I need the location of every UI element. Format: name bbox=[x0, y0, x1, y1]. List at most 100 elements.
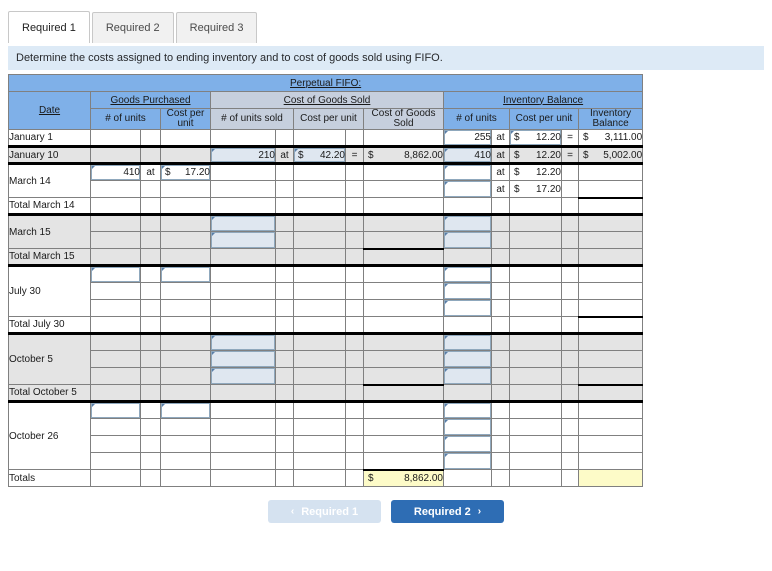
cell-cogs-units[interactable] bbox=[210, 162, 276, 181]
cell-ib-units[interactable] bbox=[443, 162, 492, 181]
cell-cogs-total[interactable] bbox=[363, 418, 444, 436]
cell-cogs-total[interactable] bbox=[363, 197, 444, 215]
cell-gp-units[interactable] bbox=[90, 231, 141, 249]
cell-cogs-total[interactable] bbox=[363, 452, 444, 470]
cell-ib-cost[interactable] bbox=[509, 231, 562, 249]
cell-cogs-total[interactable] bbox=[363, 162, 444, 181]
tab-required-1[interactable]: Required 1 bbox=[8, 11, 90, 43]
cell-ib-total[interactable] bbox=[577, 196, 644, 215]
cell-ib-cost[interactable] bbox=[509, 452, 562, 470]
cell-ib-cost[interactable] bbox=[509, 213, 562, 232]
cell-cogs-cost[interactable] bbox=[293, 332, 346, 351]
cell-cogs-total[interactable] bbox=[363, 400, 444, 419]
cell-gp-cost[interactable] bbox=[160, 452, 211, 470]
cell-gp-units[interactable] bbox=[90, 400, 141, 419]
cell-cogs-units[interactable] bbox=[210, 367, 276, 385]
cell-ib-total[interactable] bbox=[577, 299, 644, 317]
cell-cogs-cost[interactable] bbox=[293, 350, 346, 368]
cell-cogs-units[interactable]: 210 bbox=[210, 145, 276, 164]
cell-ib-cost[interactable] bbox=[509, 299, 562, 317]
cell-cogs-units[interactable] bbox=[210, 452, 276, 470]
cell-gp-cost[interactable] bbox=[160, 264, 211, 283]
cell-cogs-total[interactable] bbox=[363, 129, 444, 147]
cell-gp-units[interactable] bbox=[90, 180, 141, 198]
cell-ib-units[interactable] bbox=[443, 452, 492, 470]
cell-cogs-cost[interactable] bbox=[293, 162, 346, 181]
cell-gp-cost[interactable] bbox=[160, 418, 211, 436]
cell-cogs-total[interactable] bbox=[363, 247, 444, 266]
cell-ib-total[interactable] bbox=[577, 435, 644, 453]
cell-ib-total[interactable] bbox=[577, 350, 644, 368]
cell-ib-units[interactable] bbox=[443, 367, 492, 385]
cell-cogs-cost[interactable] bbox=[293, 213, 346, 232]
cell-cogs-cost[interactable] bbox=[293, 367, 346, 385]
cell-ib-cost[interactable] bbox=[509, 350, 562, 368]
cell-ib-units[interactable]: 410 bbox=[443, 145, 492, 164]
cell-ib-units[interactable] bbox=[443, 435, 492, 453]
cell-ib-total[interactable] bbox=[577, 383, 644, 402]
cell-gp-units[interactable] bbox=[90, 299, 141, 317]
cell-ib-units[interactable] bbox=[443, 213, 492, 232]
cell-cogs-total[interactable] bbox=[363, 282, 444, 300]
cell-cogs-cost[interactable] bbox=[293, 299, 346, 317]
cell-ib-units[interactable]: 255 bbox=[443, 129, 492, 147]
cell-ib-total[interactable] bbox=[577, 400, 644, 419]
cell-ib-cost[interactable]: $12.20 bbox=[509, 129, 562, 147]
cell-gp-units[interactable] bbox=[90, 452, 141, 470]
cell-cogs-units[interactable] bbox=[210, 400, 276, 419]
previous-required-button[interactable]: ‹ Required 1 bbox=[268, 500, 381, 523]
cell-ib-total[interactable] bbox=[577, 231, 644, 249]
cell-gp-units[interactable]: 410 bbox=[90, 162, 141, 181]
cell-ib-total[interactable] bbox=[577, 282, 644, 300]
cell-gp-units[interactable] bbox=[90, 418, 141, 436]
cell-ib-units[interactable] bbox=[443, 264, 492, 283]
cell-cogs-total[interactable] bbox=[363, 299, 444, 317]
cell-cogs-units[interactable] bbox=[210, 264, 276, 283]
cell-gp-units[interactable] bbox=[90, 145, 141, 164]
cell-gp-cost[interactable] bbox=[160, 435, 211, 453]
cell-total-inventory-balance[interactable] bbox=[577, 469, 644, 487]
cell-ib-total[interactable] bbox=[577, 315, 644, 334]
cell-gp-cost[interactable] bbox=[160, 231, 211, 249]
cell-gp-cost[interactable] bbox=[160, 332, 211, 351]
cell-ib-units[interactable] bbox=[443, 299, 492, 317]
cell-ib-cost[interactable] bbox=[509, 282, 562, 300]
cell-cogs-cost[interactable] bbox=[293, 400, 346, 419]
cell-cogs-total[interactable] bbox=[363, 383, 444, 402]
tab-required-2[interactable]: Required 2 bbox=[91, 12, 174, 43]
cell-gp-units[interactable] bbox=[90, 213, 141, 232]
cell-ib-total[interactable] bbox=[577, 248, 644, 266]
cell-cogs-cost[interactable]: $42.20 bbox=[293, 145, 346, 164]
cell-cogs-total[interactable] bbox=[363, 180, 444, 198]
cell-cogs-units[interactable] bbox=[210, 180, 276, 198]
cell-cogs-cost[interactable] bbox=[293, 264, 346, 283]
cell-gp-units[interactable] bbox=[90, 282, 141, 300]
cell-cogs-cost[interactable] bbox=[293, 129, 346, 147]
cell-gp-cost[interactable] bbox=[160, 400, 211, 419]
cell-ib-cost[interactable] bbox=[509, 264, 562, 283]
cell-ib-units[interactable] bbox=[443, 180, 492, 198]
cell-gp-cost[interactable] bbox=[160, 129, 211, 147]
tab-required-3[interactable]: Required 3 bbox=[175, 12, 258, 43]
cell-cogs-total[interactable] bbox=[363, 316, 444, 334]
cell-ib-total[interactable] bbox=[577, 213, 644, 232]
cell-cogs-units[interactable] bbox=[210, 435, 276, 453]
cell-cogs-cost[interactable] bbox=[293, 452, 346, 470]
cell-cogs-total[interactable] bbox=[363, 231, 444, 249]
cell-gp-cost[interactable] bbox=[160, 367, 211, 385]
cell-ib-total[interactable] bbox=[577, 418, 644, 436]
cell-ib-total[interactable] bbox=[577, 452, 644, 470]
next-required-button[interactable]: Required 2 › bbox=[391, 500, 504, 523]
cell-gp-units[interactable] bbox=[90, 350, 141, 368]
cell-gp-cost[interactable]: $17.20 bbox=[160, 162, 211, 181]
cell-gp-cost[interactable] bbox=[160, 282, 211, 300]
cell-cogs-cost[interactable] bbox=[293, 180, 346, 198]
cell-gp-cost[interactable] bbox=[160, 180, 211, 198]
cell-cogs-units[interactable] bbox=[210, 129, 276, 147]
cell-cogs-cost[interactable] bbox=[293, 231, 346, 249]
cell-ib-total[interactable] bbox=[577, 264, 644, 283]
cell-cogs-units[interactable] bbox=[210, 418, 276, 436]
cell-ib-units[interactable] bbox=[443, 400, 492, 419]
cell-gp-units[interactable] bbox=[90, 332, 141, 351]
cell-ib-units[interactable] bbox=[443, 418, 492, 436]
